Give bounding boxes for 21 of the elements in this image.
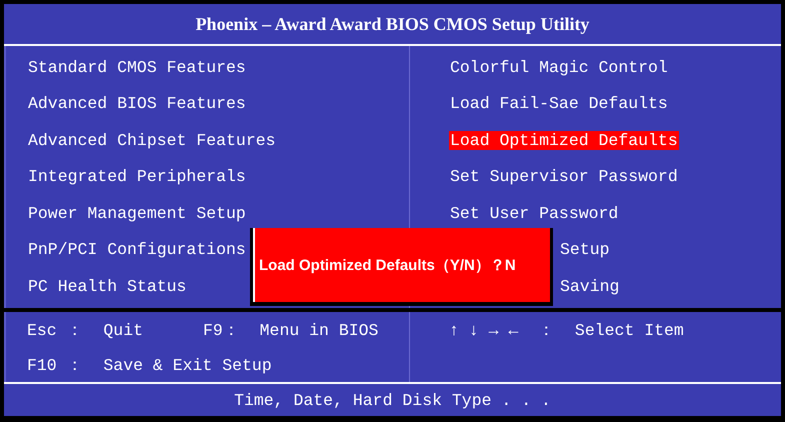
menu-item[interactable]: Colorful Magic Control: [449, 58, 669, 77]
menu-item[interactable]: Saving: [559, 276, 620, 296]
key-hint: F9： Menu in BIOS: [203, 320, 378, 340]
menu-item[interactable]: Power Management Setup: [27, 204, 247, 223]
menu-item[interactable]: Integrated Peripherals: [27, 167, 247, 186]
confirm-dialog: Load Optimized Defaults（Y/N）？N: [250, 228, 553, 306]
key-hint: F10 ： Save & Exit Setup: [27, 354, 272, 376]
key-hint: ↑ ↓ → ← ： Select Item: [449, 320, 684, 340]
menu-item[interactable]: Set User Password: [449, 204, 620, 223]
menu-item[interactable]: PnP/PCI Configurations: [27, 240, 247, 260]
menu-item[interactable]: Advanced Chipset Features: [27, 130, 277, 150]
menu-item[interactable]: Set Supervisor Password: [449, 167, 679, 186]
menu-item[interactable]: Standard CMOS Features: [27, 58, 247, 77]
menu-item[interactable]: Setup: [559, 240, 611, 260]
menu-item[interactable]: Advanced BIOS Features: [27, 94, 247, 114]
key-hint: Esc ： Quit: [27, 320, 144, 340]
menu-item[interactable]: Load Optimized Defaults: [449, 130, 679, 150]
status-text: Time, Date, Hard Disk Type . . .: [234, 390, 551, 410]
window-title: Phoenix – Award Award BIOS CMOS Setup Utility: [196, 14, 590, 34]
menu-item[interactable]: PC Health Status: [27, 276, 188, 296]
menu-item[interactable]: Load Fail-Sae Defaults: [449, 94, 669, 114]
